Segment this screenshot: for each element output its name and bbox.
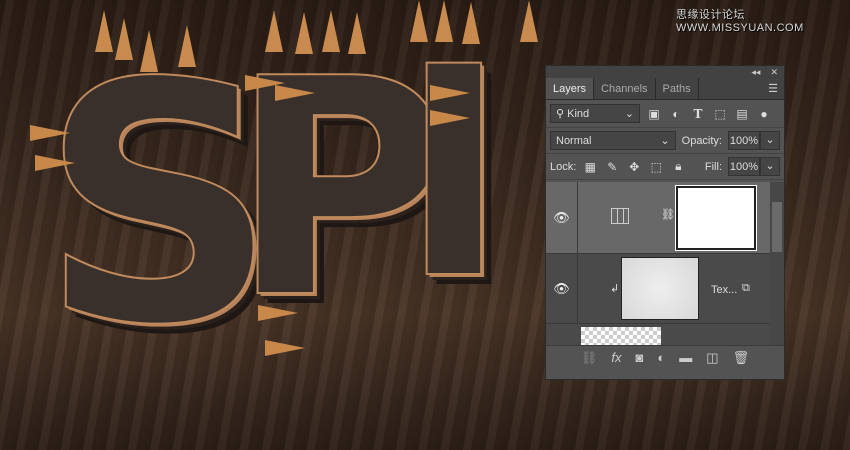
transparent-thumbnail [581, 327, 661, 345]
smart-object-icon: ⧉ [742, 282, 750, 294]
tab-paths[interactable]: Paths [656, 78, 699, 99]
new-adjustment-icon[interactable]: ◐ [657, 350, 665, 365]
tab-channels[interactable]: Channels [594, 78, 656, 99]
fill-dropdown[interactable]: ⌄ [760, 157, 780, 176]
search-icon: ⚲ [556, 108, 565, 120]
add-mask-icon[interactable]: ◙ [636, 350, 644, 365]
layer-row-texture[interactable]: 👁︎ ↲ Tex... ⧉ [546, 254, 771, 324]
lock-artboard-icon[interactable]: ⬚ [648, 160, 664, 174]
tab-layers[interactable]: Layers [546, 78, 595, 99]
opacity-dropdown[interactable]: ⌄ [760, 131, 780, 150]
filter-toggle[interactable]: ● [756, 107, 772, 121]
opacity-input[interactable]: 100% [728, 131, 760, 150]
layer-name[interactable]: Tex... [711, 284, 737, 296]
image-filter-icon[interactable]: ▣ [646, 107, 662, 121]
fx-icon[interactable]: fx [611, 350, 621, 365]
watermark: 思缘设计论坛 WWW.MISSYUAN.COM [676, 9, 804, 34]
curves-adjustment-icon [611, 208, 629, 224]
adjustment-filter-icon[interactable]: ◐ [668, 107, 684, 121]
texture-thumbnail [621, 257, 699, 320]
layers-panel: ◂◂ ✕ Layers Channels Paths ☰ ⚲ Kind ⌄ ▣ ◐ … [545, 65, 785, 380]
eye-icon[interactable]: 👁︎ [546, 182, 578, 253]
fill-label: Fill: [704, 160, 722, 173]
letter-i: I [399, 6, 509, 343]
smart-object-filter-icon[interactable]: ▤ [734, 107, 750, 121]
layers-list: 👁︎ ⛓ 👁︎ ↲ Tex... ⧉ [546, 182, 771, 346]
trash-icon[interactable]: 🗑︎ [733, 350, 750, 366]
eye-icon[interactable]: 👁︎ [546, 254, 578, 323]
layer-row-curves[interactable]: 👁︎ ⛓ [546, 182, 771, 254]
filter-kind-select[interactable]: ⚲ Kind ⌄ [550, 104, 640, 123]
fill-input[interactable]: 100% [728, 157, 760, 176]
lock-position-icon[interactable]: ✥ [626, 160, 642, 174]
close-icon[interactable]: ✕ [770, 67, 778, 78]
lock-label: Lock: [550, 160, 577, 173]
shape-filter-icon[interactable]: ⬚ [712, 107, 728, 121]
lock-transparent-icon[interactable]: ▦ [582, 160, 598, 174]
lock-image-icon[interactable]: ✎ [604, 160, 620, 174]
layer-row-transparent[interactable] [546, 324, 771, 346]
clipping-mask-icon: ↲ [610, 283, 620, 295]
panel-menu-icon[interactable]: ☰ [762, 78, 784, 99]
new-group-icon[interactable]: ▬ [679, 350, 692, 365]
type-filter-icon[interactable]: T [690, 107, 706, 121]
new-layer-icon[interactable]: ◫ [706, 350, 718, 366]
collapse-icon[interactable]: ◂◂ [751, 67, 760, 78]
link-layers-icon[interactable]: ⛓ [581, 350, 598, 366]
lock-all-icon[interactable]: 🔒︎ [670, 159, 686, 174]
layers-scrollbar[interactable] [770, 182, 784, 346]
blend-mode-select[interactable]: Normal ⌄ [550, 131, 676, 150]
layer-mask-thumbnail [675, 185, 757, 251]
opacity-label: Opacity: [681, 134, 722, 147]
link-icon[interactable]: ⛓ [661, 208, 675, 221]
